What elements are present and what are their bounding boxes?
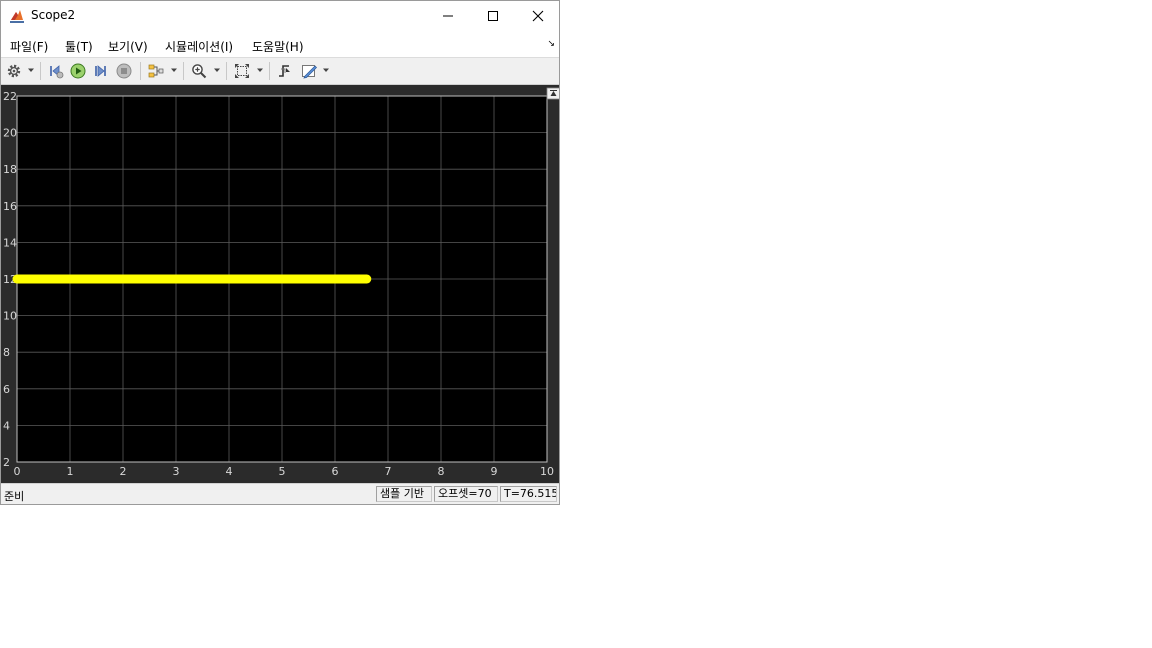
step-back-icon bbox=[50, 65, 64, 79]
settings-dropdown-icon[interactable] bbox=[27, 66, 35, 74]
close-button[interactable] bbox=[515, 1, 561, 31]
x-tick-label: 0 bbox=[14, 465, 21, 478]
scope-window: Scope2 파일(F) 툴(T) 보기(V) 시뮬레이션(I) 도움말(H) … bbox=[0, 0, 561, 505]
menu-help[interactable]: 도움말(H) bbox=[252, 38, 304, 55]
status-time: T=76.515 bbox=[500, 486, 557, 502]
autoscale-toggle-button[interactable] bbox=[546, 87, 561, 100]
x-tick-label: 1 bbox=[67, 465, 74, 478]
x-tick-label: 4 bbox=[226, 465, 233, 478]
undock-arrow-icon[interactable]: ↘ bbox=[547, 39, 555, 49]
toolbar-separator bbox=[40, 62, 41, 80]
y-tick-label: 2 bbox=[3, 456, 10, 469]
stop-button[interactable] bbox=[115, 62, 133, 80]
fit-dropdown-icon[interactable] bbox=[256, 66, 264, 74]
status-sample-mode: 샘플 기반 bbox=[376, 486, 432, 502]
window-title: Scope2 bbox=[31, 8, 76, 22]
signal-select-dropdown-icon[interactable] bbox=[170, 66, 178, 74]
maximize-icon bbox=[488, 11, 498, 21]
status-offset: 오프셋=70 bbox=[434, 486, 498, 502]
x-tick-labels: 0 1 2 3 4 5 6 7 8 9 10 bbox=[14, 465, 555, 478]
minimize-button[interactable] bbox=[425, 1, 471, 31]
fit-to-view-button[interactable] bbox=[233, 62, 251, 80]
signal-select-button[interactable] bbox=[147, 62, 165, 80]
scope-plot: 246810121416182022 0 1 2 3 4 5 6 7 8 9 10 bbox=[3, 87, 561, 478]
x-tick-label: 10 bbox=[540, 465, 554, 478]
triggers-button[interactable] bbox=[276, 62, 294, 80]
step-forward-button[interactable] bbox=[92, 62, 110, 80]
zoom-in-icon bbox=[192, 64, 207, 79]
menu-tools[interactable]: 툴(T) bbox=[65, 38, 93, 55]
run-button[interactable] bbox=[69, 62, 87, 80]
menu-view[interactable]: 보기(V) bbox=[108, 38, 148, 55]
x-tick-label: 3 bbox=[173, 465, 180, 478]
y-tick-label: 18 bbox=[3, 163, 17, 176]
y-tick-label: 8 bbox=[3, 346, 10, 359]
x-tick-label: 7 bbox=[385, 465, 392, 478]
style-icon bbox=[302, 65, 317, 79]
x-tick-label: 2 bbox=[120, 465, 127, 478]
fit-to-view-icon bbox=[235, 64, 249, 78]
toolbar-separator bbox=[140, 62, 141, 80]
toolbar-separator bbox=[183, 62, 184, 80]
settings-button[interactable] bbox=[5, 62, 23, 80]
x-tick-label: 6 bbox=[332, 465, 339, 478]
y-tick-label: 6 bbox=[3, 383, 10, 396]
matlab-icon bbox=[9, 8, 25, 24]
close-icon bbox=[532, 10, 544, 22]
x-tick-label: 9 bbox=[491, 465, 498, 478]
scope-display[interactable]: 2 4 6 8 10 12 14 16 18 20 22 0 1 2 3 4 5 6 7 8 9 10 bbox=[1, 85, 561, 483]
step-forward-icon bbox=[95, 65, 106, 77]
y-tick-label: 10 bbox=[3, 310, 17, 323]
maximize-button[interactable] bbox=[470, 1, 516, 31]
y-tick-label: 14 bbox=[3, 236, 17, 249]
zoom-dropdown-icon[interactable] bbox=[213, 66, 221, 74]
style-button[interactable] bbox=[300, 62, 318, 80]
y-tick-label: 20 bbox=[3, 127, 17, 140]
x-tick-label: 8 bbox=[438, 465, 445, 478]
toolbar-separator bbox=[269, 62, 270, 80]
stop-icon bbox=[116, 63, 132, 79]
step-back-button[interactable] bbox=[47, 62, 65, 80]
settings-icon bbox=[7, 64, 21, 78]
style-dropdown-icon[interactable] bbox=[322, 66, 330, 74]
menu-file[interactable]: 파일(F) bbox=[10, 38, 48, 55]
toolbar bbox=[1, 57, 559, 85]
zoom-in-button[interactable] bbox=[190, 62, 208, 80]
y-tick-label: 16 bbox=[3, 200, 17, 213]
triggers-icon bbox=[279, 65, 290, 77]
x-tick-label: 5 bbox=[279, 465, 286, 478]
toolbar-separator bbox=[226, 62, 227, 80]
run-icon bbox=[70, 63, 86, 79]
title-bar[interactable]: Scope2 bbox=[1, 1, 559, 31]
menu-bar: 파일(F) 툴(T) 보기(V) 시뮬레이션(I) 도움말(H) ↘ bbox=[1, 31, 559, 57]
status-ready: 준비 bbox=[4, 490, 25, 503]
y-tick-label: 4 bbox=[3, 419, 10, 432]
minimize-icon bbox=[443, 15, 453, 17]
y-tick-label: 22 bbox=[3, 90, 17, 103]
status-bar: 준비 샘플 기반 오프셋=70 T=76.515 bbox=[1, 483, 559, 504]
signal-select-icon bbox=[148, 64, 164, 78]
menu-simulation[interactable]: 시뮬레이션(I) bbox=[165, 38, 233, 55]
